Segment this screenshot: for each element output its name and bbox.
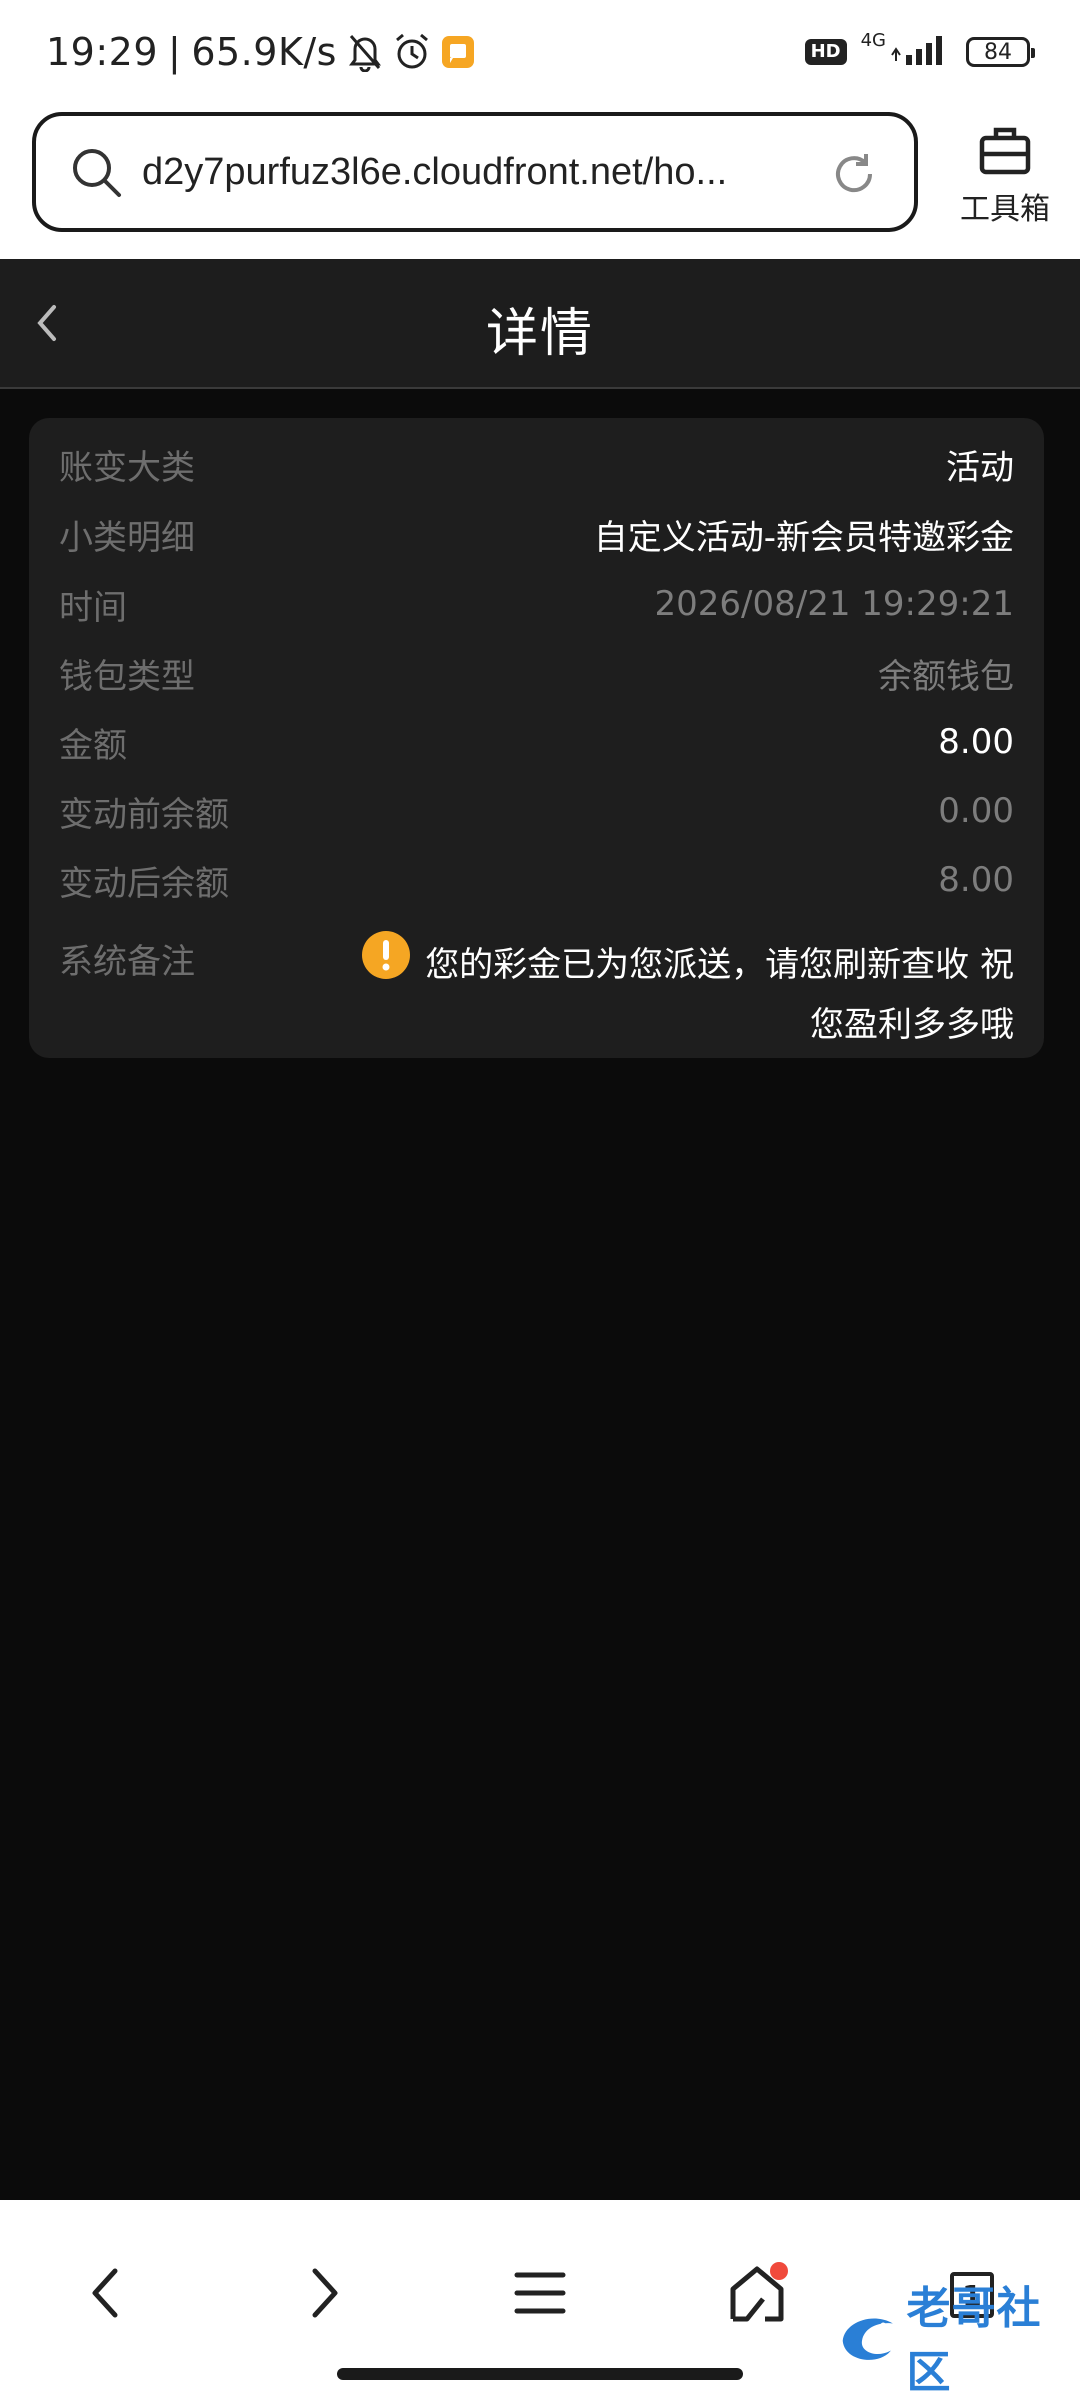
detail-row-amount: 金额 8.00 (59, 712, 1014, 772)
detail-row-category: 账变大类 活动 (59, 434, 1014, 494)
watermark-text: 老哥社区 (906, 2283, 1042, 2398)
status-time: 19:29 (46, 30, 159, 74)
detail-row-balance-before: 变动前余额 0.00 (59, 781, 1014, 841)
nav-back-button[interactable] (60, 2250, 150, 2340)
detail-key: 系统备注 (59, 942, 195, 982)
detail-key: 小类明细 (59, 517, 195, 558)
status-right: HD 4G 84 (804, 28, 1035, 76)
detail-value: 自定义活动-新会员特邀彩金 (593, 517, 1014, 558)
detail-row-balance-after: 变动后余额 8.00 (59, 850, 1014, 910)
status-bar: 19:29 | 65.9K/s HD 4G 84 (0, 0, 1080, 104)
warning-icon (361, 930, 411, 995)
detail-value: 活动 (946, 447, 1014, 488)
reload-icon[interactable] (830, 150, 878, 198)
remark-line-1: 您的彩金已为您派送，请您刷新查收 祝 (425, 945, 1014, 985)
detail-key: 变动后余额 (59, 863, 229, 904)
url-text[interactable]: d2y7purfuz3l6e.cloudfront.net/ho... (142, 151, 802, 194)
network-speed: 65.9K/s (191, 30, 337, 74)
chevron-right-icon (305, 2263, 345, 2327)
menu-icon (514, 2270, 566, 2320)
detail-row-wallet-type: 钱包类型 余额钱包 (59, 643, 1014, 703)
bell-off-icon (347, 32, 383, 72)
home-indicator[interactable] (337, 2368, 743, 2380)
detail-key: 账变大类 (59, 447, 195, 488)
detail-key: 金额 (59, 725, 127, 766)
status-left: 19:29 | 65.9K/s (46, 22, 475, 82)
detail-value: 8.00 (938, 860, 1014, 900)
nav-forward-button[interactable] (280, 2250, 370, 2340)
hd-badge: HD (804, 39, 847, 65)
toolbox-button[interactable]: 工具箱 (950, 124, 1060, 228)
app-notification-icon (441, 35, 475, 69)
battery-indicator: 84 (966, 37, 1035, 67)
battery-level: 84 (984, 39, 1012, 65)
detail-value: 2026/08/21 19:29:21 (654, 584, 1014, 624)
detail-value: 8.00 (938, 722, 1014, 762)
detail-value: 余额钱包 (878, 656, 1014, 697)
nav-home-button[interactable] (712, 2250, 802, 2340)
detail-value: 0.00 (938, 791, 1014, 831)
nav-menu-button[interactable] (495, 2250, 585, 2340)
alarm-icon (393, 32, 431, 72)
address-bar[interactable]: d2y7purfuz3l6e.cloudfront.net/ho... (32, 112, 918, 232)
browser-toolbar: d2y7purfuz3l6e.cloudfront.net/ho... 工具箱 (0, 104, 1080, 259)
detail-row-subcategory: 小类明细 自定义活动-新会员特邀彩金 (59, 504, 1014, 564)
notification-dot (770, 2262, 788, 2280)
search-icon (68, 144, 124, 200)
detail-key: 变动前余额 (59, 794, 229, 835)
detail-key: 钱包类型 (59, 656, 195, 697)
network-type: 4G (860, 29, 886, 51)
detail-row-time: 时间 2026/08/21 19:29:21 (59, 574, 1014, 634)
remark-line-2: 您盈利多多哦 (810, 1005, 1014, 1045)
detail-card: 账变大类 活动 小类明细 自定义活动-新会员特邀彩金 时间 2026/08/21… (29, 418, 1044, 1058)
page-header: 详情 (0, 259, 1080, 389)
detail-key: 时间 (59, 587, 127, 628)
chevron-left-icon (85, 2263, 125, 2327)
status-separator: | (168, 30, 182, 74)
remark-text: 您的彩金已为您派送，请您刷新查收 祝 您盈利多多哦 (354, 931, 1014, 1051)
watermark-logo: 老哥社区 (835, 2283, 1080, 2398)
toolbox-label: 工具箱 (960, 192, 1050, 227)
signal-icon (890, 33, 952, 71)
dragon-logo-icon (842, 2318, 893, 2360)
toolbox-icon (979, 127, 1031, 180)
page-title: 详情 (485, 304, 594, 364)
